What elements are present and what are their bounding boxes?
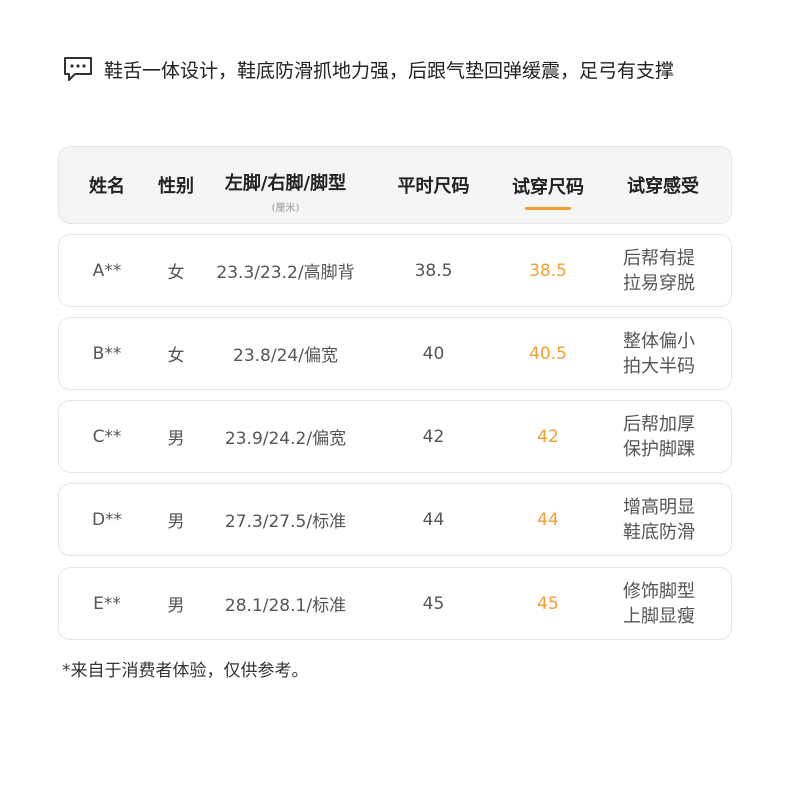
- header-foot: 左脚/右脚/脚型 (厘米): [197, 147, 374, 223]
- header-usual-size: 平时尺码: [374, 147, 493, 223]
- row-feeling-line2: 上脚显瘦: [623, 605, 695, 627]
- header-feeling-label: 试穿感受: [627, 176, 699, 197]
- row-gender: 男: [167, 429, 185, 449]
- row-name: D**: [91, 509, 123, 530]
- row-feeling-line1: 整体偏小: [623, 330, 695, 352]
- row-gender: 女: [167, 346, 185, 366]
- row-name: E**: [93, 593, 121, 614]
- row-foot: 27.3/27.5/标准: [224, 512, 347, 532]
- table-row: B** 女 23.8/24/偏宽 40 40.5 整体偏小 拍大半码: [58, 317, 732, 390]
- trial-size-underline: [525, 206, 571, 210]
- row-name: C**: [92, 426, 122, 447]
- row-usual-size: 38.5: [414, 260, 453, 281]
- header-name-label: 姓名: [89, 176, 125, 197]
- footnote: *来自于消费者体验，仅供参考。: [62, 661, 309, 681]
- row-usual-size: 45: [422, 593, 445, 614]
- row-feeling-line2: 鞋底防滑: [623, 521, 695, 543]
- feature-line: 鞋舌一体设计，鞋底防滑抓地力强，后跟气垫回弹缓震，足弓有支撑: [62, 54, 674, 84]
- chat-bubble-icon: [64, 57, 92, 81]
- header-usual-size-label: 平时尺码: [397, 176, 470, 197]
- row-foot: 23.9/24.2/偏宽: [224, 429, 347, 449]
- header-foot-label: 左脚/右脚/脚型: [224, 172, 347, 194]
- row-foot: 23.3/23.2/高脚背: [216, 263, 355, 283]
- row-usual-size: 44: [422, 509, 445, 530]
- table-row: A** 女 23.3/23.2/高脚背 38.5 38.5 后帮有提 拉易穿脱: [58, 234, 732, 307]
- table-row: E** 男 28.1/28.1/标准 45 45 修饰脚型 上脚显瘦: [58, 567, 732, 640]
- row-gender: 男: [167, 596, 185, 616]
- row-trial-size: 42: [537, 426, 559, 447]
- row-feeling-line1: 后帮加厚: [623, 413, 695, 435]
- header-foot-unit: (厘米): [271, 202, 300, 214]
- feature-text: 鞋舌一体设计，鞋底防滑抓地力强，后跟气垫回弹缓震，足弓有支撑: [104, 59, 675, 82]
- row-trial-size: 44: [537, 509, 559, 530]
- row-trial-size: 40.5: [529, 343, 567, 364]
- header-gender-label: 性别: [158, 176, 194, 197]
- row-usual-size: 42: [422, 426, 445, 447]
- table-header: 姓名 性别 左脚/右脚/脚型 (厘米) 平时尺码 试穿尺码 试穿感受: [58, 146, 732, 224]
- row-feeling-line2: 拍大半码: [623, 355, 695, 377]
- header-feeling: 试穿感受: [603, 147, 723, 223]
- header-name: 姓名: [59, 147, 155, 223]
- row-gender: 男: [167, 512, 185, 532]
- row-feeling-line2: 保护脚踝: [623, 438, 695, 460]
- header-gender: 性别: [155, 147, 197, 223]
- row-gender: 女: [167, 263, 185, 283]
- row-feeling-line1: 增高明显: [623, 496, 695, 518]
- row-foot: 23.8/24/偏宽: [233, 346, 338, 366]
- table-row: D** 男 27.3/27.5/标准 44 44 增高明显 鞋底防滑: [58, 483, 732, 556]
- row-name: B**: [92, 343, 122, 364]
- row-feeling-line2: 拉易穿脱: [623, 272, 695, 294]
- header-trial-size: 试穿尺码: [493, 147, 603, 223]
- row-name: A**: [92, 260, 122, 281]
- row-trial-size: 45: [537, 593, 559, 614]
- row-feeling-line1: 修饰脚型: [623, 580, 695, 602]
- row-usual-size: 40: [422, 343, 445, 364]
- row-feeling-line1: 后帮有提: [623, 247, 695, 269]
- header-trial-size-label: 试穿尺码: [512, 176, 584, 198]
- row-foot: 28.1/28.1/标准: [224, 596, 347, 616]
- table-row: C** 男 23.9/24.2/偏宽 42 42 后帮加厚 保护脚踝: [58, 400, 732, 473]
- row-trial-size: 38.5: [529, 260, 567, 281]
